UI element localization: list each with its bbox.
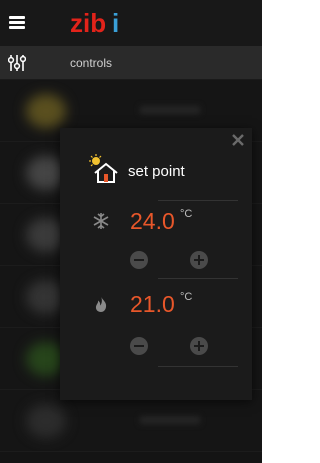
cooling-setpoint-row: 24.0 °C [60, 206, 252, 236]
set-point-header: set point [84, 154, 234, 190]
divider [158, 278, 238, 279]
heating-increase-button[interactable] [190, 337, 208, 355]
dialog-title: set point [128, 163, 185, 180]
heating-setpoint-row: 21.0 °C [60, 289, 252, 319]
close-icon[interactable] [232, 134, 244, 146]
sliders-icon[interactable] [8, 54, 26, 72]
cooling-decrease-button[interactable] [130, 251, 148, 269]
divider [158, 366, 238, 367]
app-screen: zib i controls set point 24.0 °C 21.0 °C [0, 0, 262, 463]
zibi-logo: zib i [70, 8, 119, 38]
heating-temperature-value: 21.0 [130, 291, 175, 317]
top-bar: zib i [0, 0, 262, 46]
heating-decrease-button[interactable] [130, 337, 148, 355]
snowflake-icon [93, 213, 109, 229]
controls-label: controls [70, 56, 113, 70]
house-sun-icon [89, 154, 118, 183]
hamburger-menu-icon[interactable] [9, 16, 25, 29]
cooling-temperature-value: 24.0 [130, 208, 175, 234]
svg-text:zib: zib [70, 8, 106, 38]
svg-text:i: i [112, 8, 119, 38]
cooling-increase-button[interactable] [190, 251, 208, 269]
set-point-dialog: set point 24.0 °C 21.0 °C [60, 128, 252, 400]
divider [158, 200, 238, 201]
heating-temperature-unit: °C [180, 291, 193, 303]
cooling-temperature-unit: °C [180, 208, 193, 220]
flame-icon [95, 296, 107, 312]
controls-bar: controls [0, 46, 262, 80]
